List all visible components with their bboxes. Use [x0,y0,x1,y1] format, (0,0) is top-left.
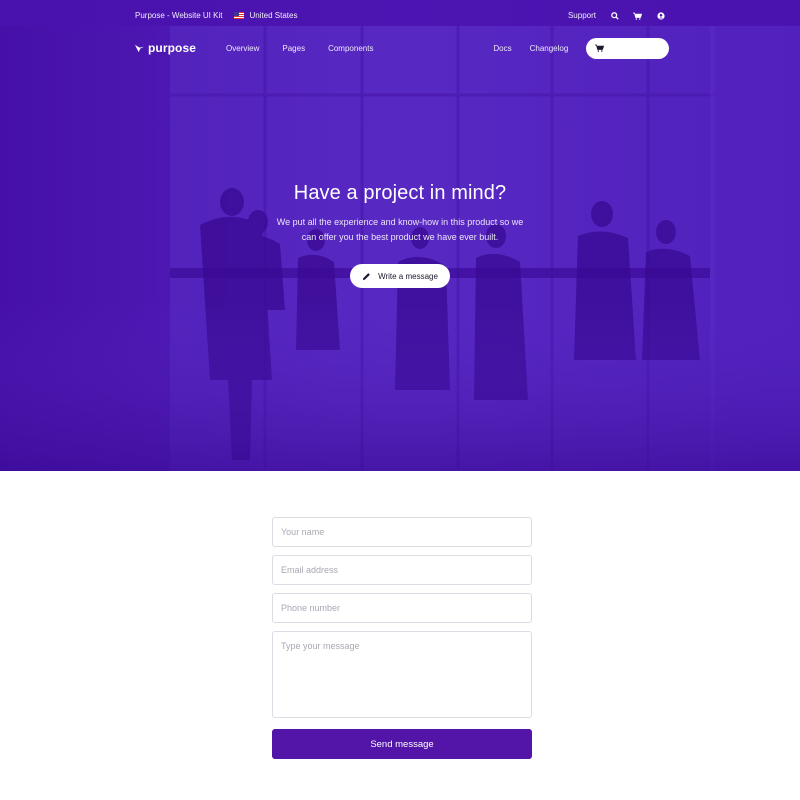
nav-link-docs[interactable]: Docs [493,44,511,53]
locale-selector[interactable]: United States [234,11,297,20]
nav-link-pages[interactable]: Pages [282,44,305,53]
send-message-button[interactable]: Send message [272,729,532,759]
hero-title: Have a project in mind? [293,182,507,204]
nav-link-components[interactable]: Components [328,44,373,53]
pencil-icon [362,272,370,280]
flag-us-icon [234,12,245,19]
purchase-now-button[interactable]: Purchase now [586,37,669,59]
phone-field[interactable] [272,593,532,623]
hero-content: Have a project in mind? We put all the e… [0,182,800,288]
hero-section: Purpose - Website UI Kit United States S… [0,0,800,471]
support-link[interactable]: Support [568,11,596,20]
name-field[interactable] [272,517,532,547]
purchase-now-label: Purchase now [609,43,660,53]
nav-link-changelog[interactable]: Changelog [530,44,569,53]
write-message-button[interactable]: Write a message [350,264,450,288]
message-field[interactable] [272,631,532,718]
user-icon[interactable] [656,11,665,20]
logo[interactable]: purpose [135,41,196,55]
write-message-label: Write a message [378,271,438,281]
nav-main-links: Overview Pages Components [226,44,396,53]
logo-icon [135,44,144,52]
email-field[interactable] [272,555,532,585]
main-navbar: purpose Overview Pages Components Docs C… [0,36,800,60]
cart-icon[interactable] [633,11,642,20]
topbar-brand[interactable]: Purpose - Website UI Kit [135,11,222,20]
nav-link-overview[interactable]: Overview [226,44,259,53]
cart-icon [595,44,605,52]
nav-right-links: Docs Changelog Purchase now [493,37,669,59]
search-icon[interactable] [610,11,619,20]
logo-text: purpose [148,41,197,55]
hero-description: We put all the experience and know-how i… [276,217,524,242]
top-bar: Purpose - Website UI Kit United States S… [0,0,800,31]
contact-form: Send message [272,517,532,759]
locale-label: United States [249,11,298,20]
